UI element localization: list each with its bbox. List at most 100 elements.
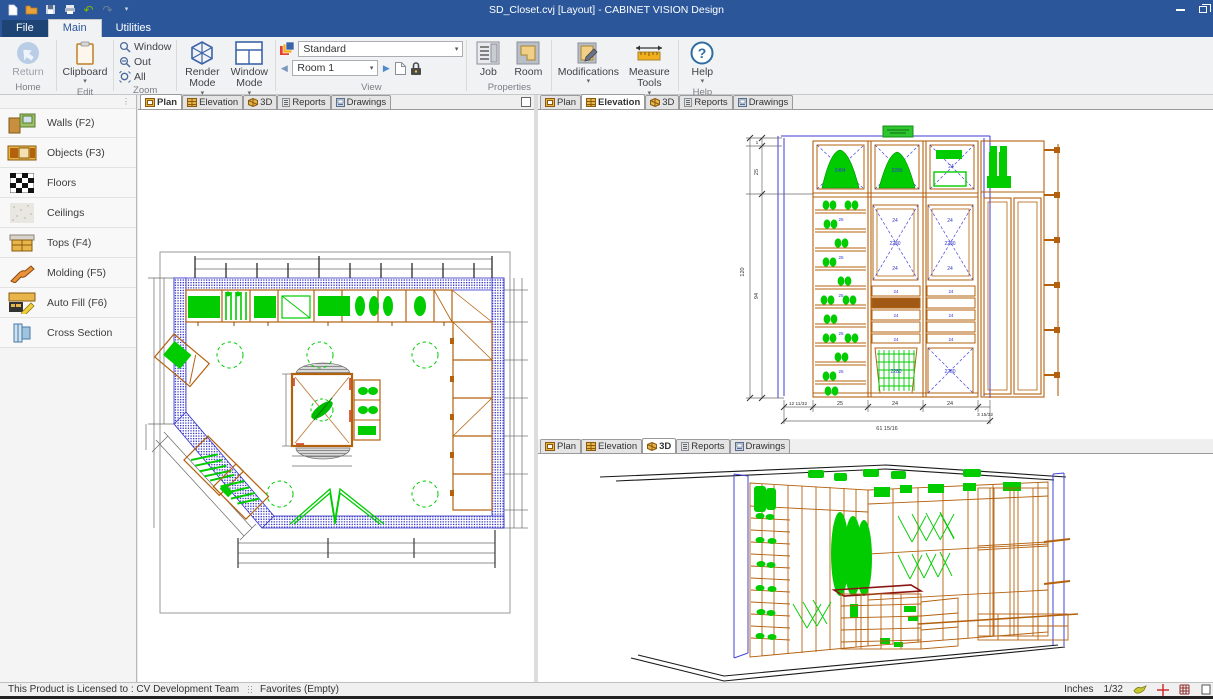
save-icon[interactable] [44,3,57,16]
new-file-icon[interactable] [6,3,19,16]
auto-fill-icon [7,291,37,315]
restore-button[interactable] [1199,6,1207,13]
tab-drawings[interactable]: Drawings [331,95,392,109]
svg-text:24: 24 [947,218,953,224]
threed-pane-tabs: Plan Elevation 3D Reports Drawings [538,439,1213,454]
elevation-icon [187,98,197,107]
tab-elevation[interactable]: Elevation [182,95,243,109]
tab-3d[interactable]: 3D [642,438,676,453]
lock-icon[interactable] [410,61,422,76]
page-layout-icon[interactable] [1201,684,1211,695]
objects-icon [7,141,37,165]
qat-customize-icon[interactable]: ▾ [120,3,133,16]
tab-reports[interactable]: Reports [679,95,732,109]
pane-maximize-button[interactable] [521,97,531,107]
prev-room-button[interactable]: ◀ [279,63,289,74]
svg-text:25: 25 [754,169,760,175]
plan-pane: Plan Elevation 3D Reports Drawings [138,95,534,682]
svg-text:24: 24 [892,401,898,407]
tab-plan[interactable]: Plan [540,439,581,453]
tab-elevation[interactable]: Elevation [581,94,645,109]
plan-pane-tabs: Plan Elevation 3D Reports Drawings [138,95,534,110]
elevation-right-unit [981,141,1060,397]
status-bar: This Product is Licensed to : CV Develop… [0,682,1213,696]
render-mode-button[interactable]: Render Mode ▾ [180,38,224,97]
window-mode-button[interactable]: Window Mode ▾ [226,38,272,97]
return-button[interactable]: Return [3,38,53,78]
print-icon[interactable] [63,3,76,16]
reports-icon [681,442,689,451]
scale-indicator[interactable]: 1/32 [1104,684,1123,695]
tab-elevation[interactable]: Elevation [581,439,642,453]
elevation-column-2: 24 2280 24 242424 2280 [872,205,920,393]
zoom-out-button[interactable]: Out [117,55,173,69]
tab-3d[interactable]: 3D [243,95,277,109]
zoom-all-button[interactable]: All [117,70,173,84]
sidebar-item-walls[interactable]: Walls (F2) [0,108,136,138]
grid-icon[interactable] [1179,684,1191,695]
sidebar-item-autofill[interactable]: Auto Fill (F6) [0,288,136,318]
svg-text:24: 24 [948,289,954,294]
redo-icon[interactable]: ↷ [101,3,114,16]
tab-utilities[interactable]: Utilities [102,20,165,37]
tab-plan[interactable]: Plan [140,94,182,109]
snap-icon[interactable] [1133,685,1147,695]
plan-icon [545,442,555,451]
tab-file[interactable]: File [2,20,48,37]
svg-text:24: 24 [947,401,953,407]
sidebar-item-ceilings[interactable]: Ceilings [0,198,136,228]
cube-3d-icon [248,98,258,107]
sidebar-item-molding[interactable]: Molding (F5) [0,258,136,288]
tab-3d[interactable]: 3D [645,95,679,109]
room-properties-button[interactable]: Room [508,38,548,78]
sidebar-item-cross-section[interactable]: Cross Section [0,318,136,348]
units-indicator[interactable]: Inches [1064,684,1093,695]
view-style-icon [279,42,295,56]
tab-drawings[interactable]: Drawings [730,439,791,453]
tab-drawings[interactable]: Drawings [733,95,794,109]
tab-reports[interactable]: Reports [277,95,330,109]
favorites-text[interactable]: Favorites (Empty) [260,684,339,695]
plan-canvas[interactable] [138,110,534,682]
statusbar-separator [247,685,252,695]
help-button[interactable]: ? Help ▾ [682,38,722,86]
elevation-icon [586,442,596,451]
sidebar-item-floors[interactable]: Floors [0,168,136,198]
sidebar-item-objects[interactable]: Objects (F3) [0,138,136,168]
svg-text:24: 24 [948,337,954,342]
render-mode-icon [189,40,215,66]
zoom-out-icon [119,56,131,68]
crosshair-icon[interactable] [1157,684,1169,696]
next-room-button[interactable]: ▶ [381,63,391,74]
job-properties-button[interactable]: Job [470,38,506,78]
tab-reports[interactable]: Reports [676,439,729,453]
ribbon-group-properties: Job Room Properties [467,37,551,94]
clipboard-button[interactable]: Clipboard ▾ [60,38,110,86]
threed-canvas[interactable] [538,454,1213,682]
elevation-canvas[interactable]: 2484 2280 24 [538,110,1213,439]
license-text: This Product is Licensed to : CV Develop… [0,684,239,695]
walls-icon [7,111,37,135]
svg-text:12 11/32: 12 11/32 [789,401,808,407]
open-file-icon[interactable] [25,3,38,16]
tab-plan[interactable]: Plan [540,95,581,109]
modifications-icon [576,40,600,66]
modifications-button[interactable]: Modifications ▾ [555,38,621,86]
ribbon-group-modes: Render Mode ▾ Window Mode ▾ [177,37,275,94]
zoom-window-button[interactable]: Window [117,40,173,54]
new-room-icon[interactable] [394,61,407,76]
threed-back-cabinets [868,482,1078,646]
toolbox-grip[interactable]: ⋮ [122,97,130,106]
sidebar-item-tops[interactable]: Tops (F4) [0,228,136,258]
measure-tools-button[interactable]: Measure Tools ▾ [623,38,675,97]
tab-main[interactable]: Main [48,19,102,37]
threed-crosshatch [793,512,954,628]
undo-icon[interactable]: ↶ [82,3,95,16]
drawings-icon [738,98,747,107]
view-style-select[interactable]: Standard▾ [298,41,463,57]
toolbox-sidebar: ⋮ Walls (F2) Objects (F3) Floors Ceiling… [0,95,137,682]
room-select[interactable]: Room 1▾ [292,60,378,76]
minimize-button[interactable] [1176,9,1185,11]
room-icon [516,40,540,66]
clipboard-icon [75,40,95,66]
